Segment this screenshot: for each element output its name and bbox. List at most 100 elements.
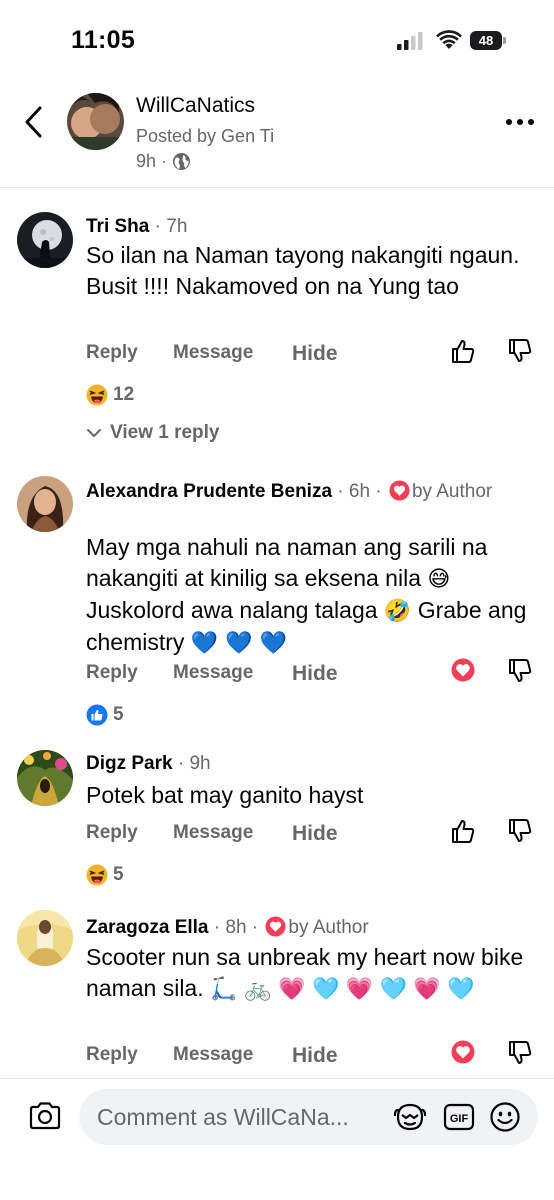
more-icon[interactable] (504, 112, 536, 132)
commenter-name[interactable]: Tri Sha (86, 216, 149, 237)
thumbs-down-icon[interactable] (507, 1040, 533, 1066)
comment-input[interactable]: Comment as WillCaNa... GIF (79, 1089, 538, 1145)
comment-header: Alexandra Prudente Beniza · 6h · by Auth… (86, 480, 496, 504)
reaction-summary[interactable]: 12 (86, 382, 134, 408)
author-love-icon (389, 480, 410, 501)
battery-level: 48 (470, 31, 502, 50)
comment-header: Digz Park · 9h (86, 752, 496, 776)
comment-input-placeholder: Comment as WillCaNa... (97, 1104, 349, 1130)
posted-by[interactable]: Posted by Gen Ti (136, 126, 274, 147)
scooter-bike-emoji: 🛴 🚲 (210, 977, 272, 1002)
comment-actions: Reply Message Hide (86, 658, 536, 692)
thumbs-up-icon[interactable] (450, 818, 476, 844)
pink-heart-emoji: 💗 (413, 977, 441, 1002)
love-reaction-icon[interactable] (450, 1040, 476, 1066)
hide-button[interactable]: Hide (292, 342, 338, 366)
message-button[interactable]: Message (173, 1044, 253, 1066)
post-age: 9h (136, 151, 157, 171)
blue-hearts-emoji: 💙 💙 💙 (190, 631, 287, 656)
svg-text:GIF: GIF (450, 1113, 469, 1125)
comment-actions: Reply Message Hide (86, 819, 536, 852)
pink-heart-emoji: 💗 (278, 977, 306, 1002)
comment-text: May mga nahuli na naman ang sarili na na… (86, 532, 536, 659)
view-replies-link[interactable]: View 1 reply (86, 422, 220, 444)
commenter-name[interactable]: Zaragoza Ella (86, 917, 209, 938)
group-avatar[interactable] (67, 93, 124, 150)
thumbs-down-icon[interactable] (507, 338, 533, 364)
post-header: WillCaNatics Posted by Gen Ti 9h · (0, 84, 554, 188)
rofl-emoji: 🤣 (383, 599, 412, 624)
light-blue-heart-emoji: 🩵 (447, 977, 475, 1002)
header-separator: · (370, 481, 387, 502)
commenter-name[interactable]: Digz Park (86, 753, 173, 774)
post-meta: 9h · (136, 151, 191, 172)
like-reaction-icon (86, 704, 108, 726)
commenter-avatar[interactable] (17, 212, 73, 268)
commenter-avatar[interactable] (17, 910, 73, 966)
post-meta-separator: · (161, 151, 168, 171)
avatar-sticker-icon[interactable] (393, 1101, 427, 1133)
back-chevron-icon[interactable] (18, 104, 50, 140)
commenter-avatar[interactable] (17, 476, 73, 532)
comment-text: So ilan na Naman tayong nakangiti ngaun.… (86, 242, 520, 299)
hide-button[interactable]: Hide (292, 1044, 338, 1068)
chevron-down-icon (87, 429, 101, 437)
thumbs-down-icon[interactable] (507, 658, 533, 684)
header-separator: · (172, 753, 190, 774)
thumbs-up-icon[interactable] (450, 338, 476, 364)
header-separator: · (332, 481, 349, 502)
reaction-count: 12 (113, 384, 135, 405)
reply-button[interactable]: Reply (86, 1044, 138, 1066)
comment-text: Scooter nun sa unbreak my heart now bike… (86, 942, 536, 1005)
comment-actions: Reply Message Hide (86, 339, 536, 372)
reaction-summary[interactable]: 5 (86, 702, 124, 728)
emoji-icon[interactable] (489, 1101, 521, 1133)
laugh-reaction-icon (86, 384, 108, 406)
hide-button[interactable]: Hide (292, 822, 338, 846)
wifi-icon (436, 30, 462, 49)
status-bar: 11:05 48 (0, 0, 554, 84)
commenter-name[interactable]: Alexandra Prudente Beniza (86, 481, 332, 502)
author-badge: by Author (411, 481, 493, 502)
view-replies-label: View 1 reply (110, 422, 220, 443)
camera-icon[interactable] (28, 1101, 62, 1131)
comment-composer: Comment as WillCaNa... GIF (0, 1078, 554, 1200)
comment-header: Zaragoza Ella · 8h · by Author (86, 916, 496, 940)
laugh-reaction-icon (86, 864, 108, 886)
reply-button[interactable]: Reply (86, 822, 138, 844)
reaction-count: 5 (113, 704, 124, 725)
comment-time[interactable]: 6h (349, 481, 370, 502)
thumbs-down-icon[interactable] (507, 818, 533, 844)
reaction-summary[interactable]: 5 (86, 862, 124, 888)
gif-icon[interactable]: GIF (443, 1103, 475, 1131)
comment-time[interactable]: 7h (166, 216, 187, 237)
message-button[interactable]: Message (173, 662, 253, 684)
author-love-icon (265, 916, 286, 937)
status-time: 11:05 (71, 26, 136, 54)
hide-button[interactable]: Hide (292, 662, 338, 686)
message-button[interactable]: Message (173, 822, 253, 844)
comment-header: Tri Sha · 7h (86, 215, 496, 239)
comment-actions: Reply Message Hide (86, 1040, 536, 1074)
comment-time[interactable]: 9h (189, 753, 210, 774)
love-reaction-icon[interactable] (450, 658, 476, 684)
light-blue-heart-emoji: 🩵 (311, 977, 340, 1002)
comment-time[interactable]: 8h (225, 917, 246, 938)
pink-heart-emoji: 💗 (345, 977, 374, 1002)
header-separator: · (246, 917, 264, 938)
reply-button[interactable]: Reply (86, 662, 138, 684)
header-separator: · (149, 216, 167, 237)
commenter-avatar[interactable] (17, 750, 73, 806)
light-blue-heart-emoji: 🩵 (379, 977, 407, 1002)
group-name[interactable]: WillCaNatics (136, 94, 255, 118)
reply-button[interactable]: Reply (86, 342, 138, 364)
globe-icon (172, 152, 191, 171)
comment-text: Potek bat may ganito hayst (86, 782, 364, 808)
header-separator: · (208, 917, 226, 938)
reaction-count: 5 (113, 864, 124, 885)
comment-text-part: Juskolord awa nalang talaga (86, 597, 384, 623)
cellular-signal-icon (397, 32, 423, 50)
message-button[interactable]: Message (173, 342, 253, 364)
sweat-smile-emoji: 😅 (427, 567, 451, 592)
author-badge: by Author (288, 917, 369, 938)
